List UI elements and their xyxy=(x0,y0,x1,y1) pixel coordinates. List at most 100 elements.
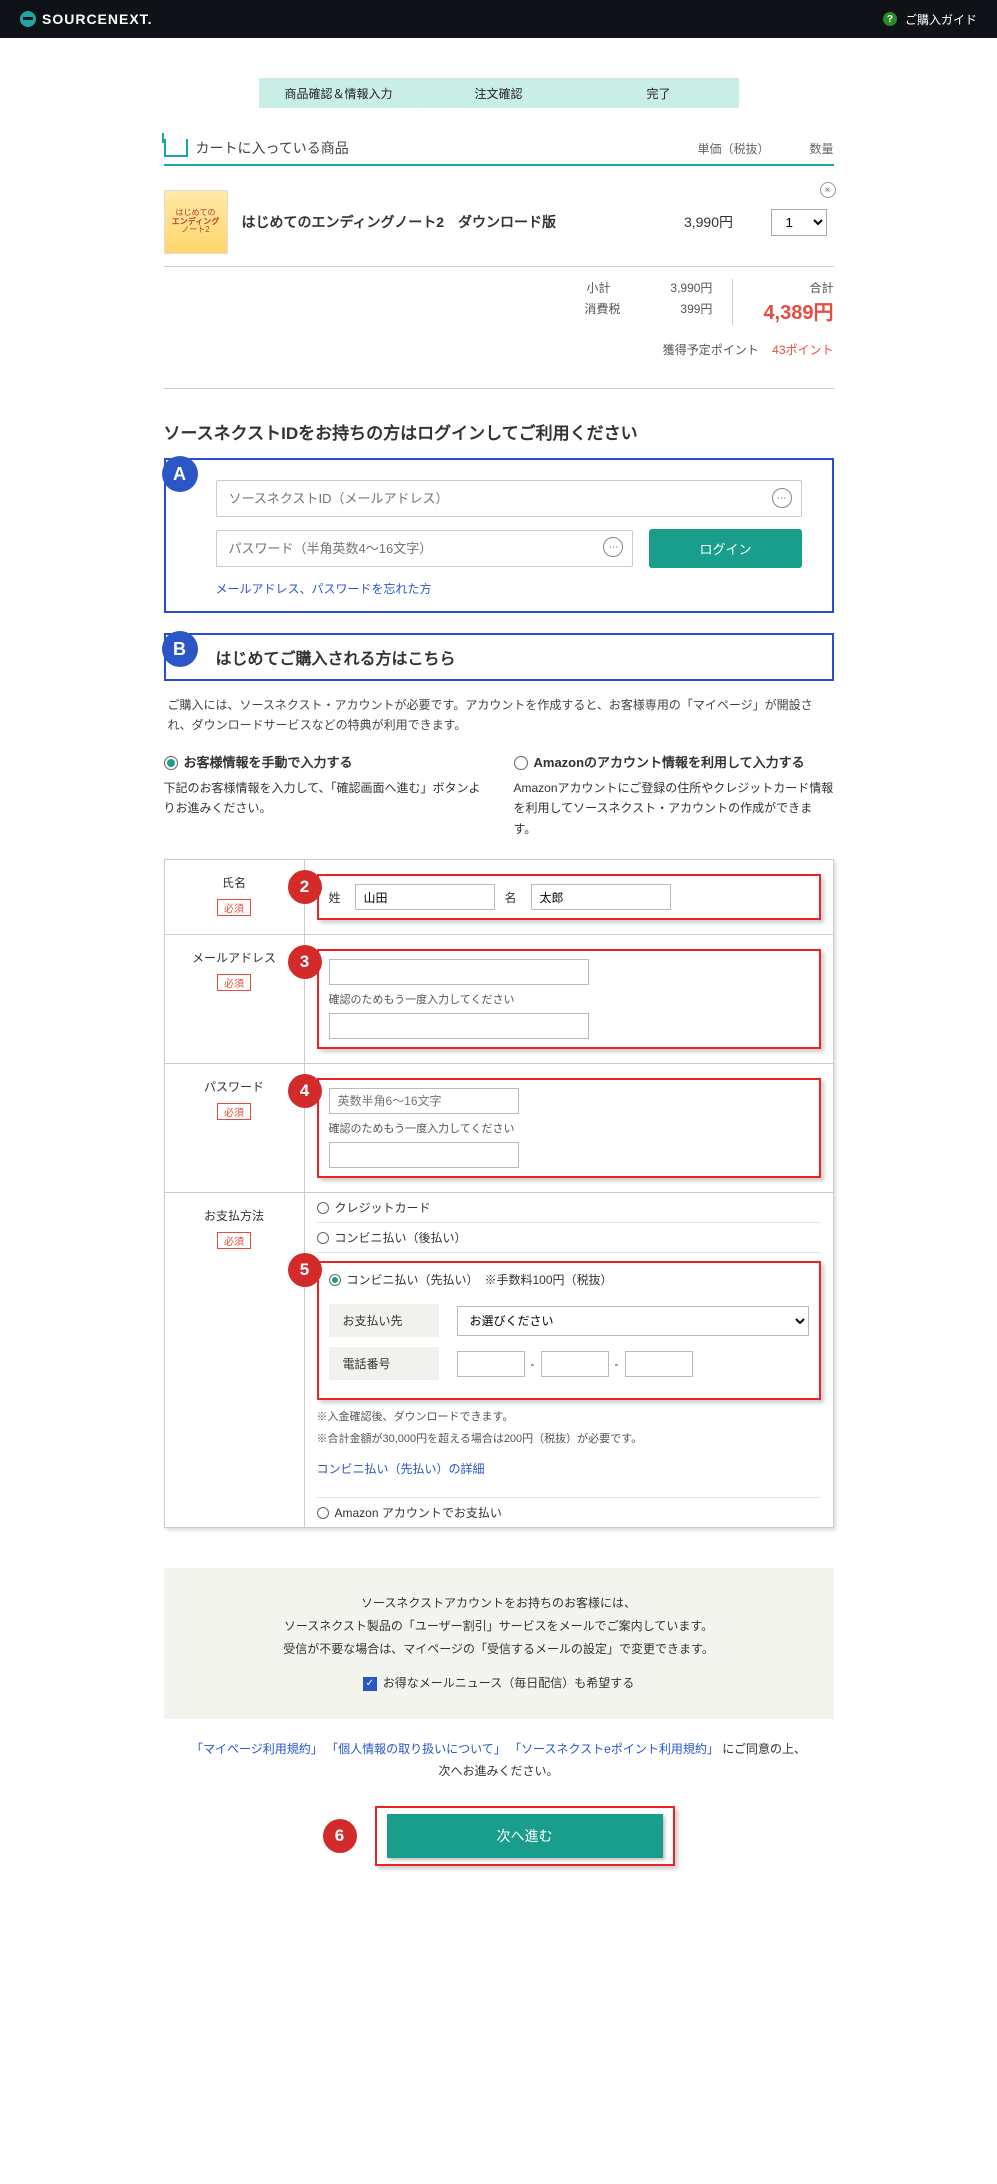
remove-item-button[interactable]: × xyxy=(820,182,836,198)
pay-conv-post-label: コンビニ払い（後払い） xyxy=(335,1229,467,1246)
pay-amazon-label: Amazon アカウントでお支払い xyxy=(335,1504,502,1521)
product-name: はじめてのエンディングノート2 ダウンロード版 xyxy=(242,212,654,232)
pw-confirm-input[interactable] xyxy=(329,1142,519,1168)
checkbox-icon: ✓ xyxy=(363,1677,377,1691)
pay-amazon-option[interactable]: Amazon アカウントでお支払い xyxy=(317,1497,821,1527)
cart-header: カートに入っている商品 単価（税抜） 数量 xyxy=(164,138,834,166)
step-badge-5: 5 xyxy=(288,1253,322,1287)
mei-label: 名 xyxy=(505,889,517,906)
privacy-link[interactable]: 「個人情報の取り扱いについて」 xyxy=(326,1742,506,1756)
phone-input-1[interactable] xyxy=(457,1351,525,1377)
pay-conv-pre-highlight: コンビニ払い（先払い） ※手数料100円（税抜） お支払い先 お選びください 電… xyxy=(317,1261,821,1400)
cart-title: カートに入っている商品 xyxy=(196,138,349,158)
input-method-options: お客様情報を手動で入力する 下記のお客様情報を入力して、「確認画面へ進む」ボタン… xyxy=(164,752,834,839)
step-badge-4: 4 xyxy=(288,1074,322,1108)
phone-input-2[interactable] xyxy=(541,1351,609,1377)
required-tag: 必須 xyxy=(217,974,251,991)
pay-note-2: ※合計金額が30,000円を超える場合は200円（税抜）が必要です。 xyxy=(317,1430,821,1446)
mail-info-box: ソースネクストアカウントをお持ちのお客様には、 ソースネクスト製品の「ユーザー割… xyxy=(164,1568,834,1719)
col-price-label: 単価（税抜） xyxy=(697,140,769,157)
step-3: 完了 xyxy=(579,78,739,108)
login-box: A ⋯ ⋯ ログイン メールアドレス、パスワードを忘れた方 xyxy=(164,458,834,613)
pay-conv-pre-option[interactable]: コンビニ払い（先払い） ※手数料100円（税抜） xyxy=(329,1271,809,1294)
amazon-radio[interactable]: Amazonのアカウント情報を利用して入力する xyxy=(514,752,834,774)
email-highlight: 確認のためもう一度入力してください xyxy=(317,949,821,1049)
quantity-select[interactable]: 1 xyxy=(771,209,827,236)
agree-line2: 次へお進みください。 xyxy=(438,1764,558,1778)
step-2: 注文確認 xyxy=(419,78,579,108)
pay-conv-post-option[interactable]: コンビニ払い（後払い） xyxy=(317,1223,821,1253)
customer-form: 氏名 必須 2 姓 名 メールアドレス 必須 3 xyxy=(164,859,834,1528)
mei-input[interactable] xyxy=(531,884,671,910)
points-label: 獲得予定ポイント xyxy=(663,343,759,357)
newsletter-checkbox[interactable]: ✓ お得なメールニュース（毎日配信）も希望する xyxy=(194,1672,804,1695)
payment-label: お支払方法 xyxy=(177,1207,292,1224)
first-purchase-box: B はじめてご購入される方はこちら xyxy=(164,633,834,681)
login-section-title: ソースネクストIDをお持ちの方はログインしてご利用ください xyxy=(164,419,834,444)
amazon-radio-desc: Amazonアカウントにご登録の住所やクレジットカード情報を利用してソースネクス… xyxy=(514,778,834,839)
agree-tail: にご同意の上、 xyxy=(722,1742,806,1756)
phone-sep: - xyxy=(615,1357,619,1371)
total-value: 4,389円 xyxy=(763,296,833,325)
sei-input[interactable] xyxy=(355,884,495,910)
key-icon: ⋯ xyxy=(772,488,792,508)
tax-label: 消費税 xyxy=(584,300,620,317)
next-button-highlight: 次へ進む xyxy=(375,1806,675,1866)
pay-dest-label: お支払い先 xyxy=(329,1304,439,1337)
login-id-input[interactable] xyxy=(216,480,802,517)
email-label: メールアドレス xyxy=(177,949,292,966)
login-pw-input[interactable] xyxy=(216,530,634,567)
totals: 小計3,990円 消費税399円 合計 4,389円 xyxy=(164,267,834,331)
help-icon[interactable]: ? xyxy=(883,12,897,26)
name-label: 氏名 xyxy=(177,874,292,891)
first-purchase-desc: ご購入には、ソースネクスト・アカウントが必要です。アカウントを作成すると、お客様… xyxy=(164,695,834,736)
logo[interactable]: SOURCENEXT. xyxy=(20,11,153,27)
terms-mypage-link[interactable]: 「マイページ利用規約」 xyxy=(191,1742,323,1756)
info-line: 受信が不要な場合は、マイページの「受信するメールの設定」で変更できます。 xyxy=(194,1638,804,1661)
logo-icon xyxy=(20,11,36,27)
manual-radio-label: お客様情報を手動で入力する xyxy=(184,752,353,774)
product-unit-price: 3,990円 xyxy=(654,212,764,232)
radio-icon xyxy=(317,1202,329,1214)
col-qty-label: 数量 xyxy=(809,140,833,157)
guide-link[interactable]: ご購入ガイド xyxy=(905,11,977,28)
pw-label: パスワード xyxy=(177,1078,292,1095)
logo-text: SOURCENEXT. xyxy=(42,11,153,27)
radio-icon xyxy=(514,756,528,770)
sei-label: 姓 xyxy=(329,889,341,906)
progress-steps: 商品確認＆情報入力 注文確認 完了 xyxy=(259,78,739,108)
step-badge-2: 2 xyxy=(288,870,322,904)
pay-credit-option[interactable]: クレジットカード xyxy=(317,1193,821,1223)
points-value: 43ポイント xyxy=(772,343,833,357)
forgot-link[interactable]: メールアドレス、パスワードを忘れた方 xyxy=(216,580,432,597)
pay-dest-select[interactable]: お選びください xyxy=(457,1306,809,1336)
product-thumbnail: はじめての エンディング ノート2 xyxy=(164,190,228,254)
newsletter-label: お得なメールニュース（毎日配信）も希望する xyxy=(383,1672,634,1695)
step-badge-3: 3 xyxy=(288,945,322,979)
email-input[interactable] xyxy=(329,959,589,985)
epoint-terms-link[interactable]: 「ソースネクストeポイント利用規約」 xyxy=(509,1742,719,1756)
badge-a: A xyxy=(162,456,198,492)
pay-note-1: ※入金確認後、ダウンロードできます。 xyxy=(317,1408,821,1424)
pay-detail-link[interactable]: コンビニ払い（先払い）の詳細 xyxy=(317,1460,485,1477)
phone-sep: - xyxy=(531,1357,535,1371)
email-confirm-input[interactable] xyxy=(329,1013,589,1039)
agreement-line: 「マイページ利用規約」 「個人情報の取り扱いについて」 「ソースネクストeポイン… xyxy=(164,1739,834,1782)
manual-radio-desc: 下記のお客様情報を入力して、「確認画面へ進む」ボタンよりお進みください。 xyxy=(164,778,484,819)
pw-input[interactable] xyxy=(329,1088,519,1114)
phone-input-3[interactable] xyxy=(625,1351,693,1377)
radio-icon xyxy=(329,1274,341,1286)
first-purchase-title: はじめてご購入される方はこちら xyxy=(216,651,456,668)
info-line: ソースネクスト製品の「ユーザー割引」サービスをメールでご案内しています。 xyxy=(194,1615,804,1638)
name-highlight: 姓 名 xyxy=(317,874,821,920)
top-header: SOURCENEXT. ? ご購入ガイド xyxy=(0,0,997,38)
info-line: ソースネクストアカウントをお持ちのお客様には、 xyxy=(194,1592,804,1615)
cart-icon xyxy=(164,139,188,157)
manual-radio[interactable]: お客様情報を手動で入力する xyxy=(164,752,484,774)
step-1: 商品確認＆情報入力 xyxy=(259,78,419,108)
next-button[interactable]: 次へ進む xyxy=(387,1814,663,1858)
total-label: 合計 xyxy=(763,279,833,296)
cart-item-row: はじめての エンディング ノート2 はじめてのエンディングノート2 ダウンロード… xyxy=(164,178,834,267)
login-button[interactable]: ログイン xyxy=(649,529,801,568)
badge-b: B xyxy=(162,631,198,667)
